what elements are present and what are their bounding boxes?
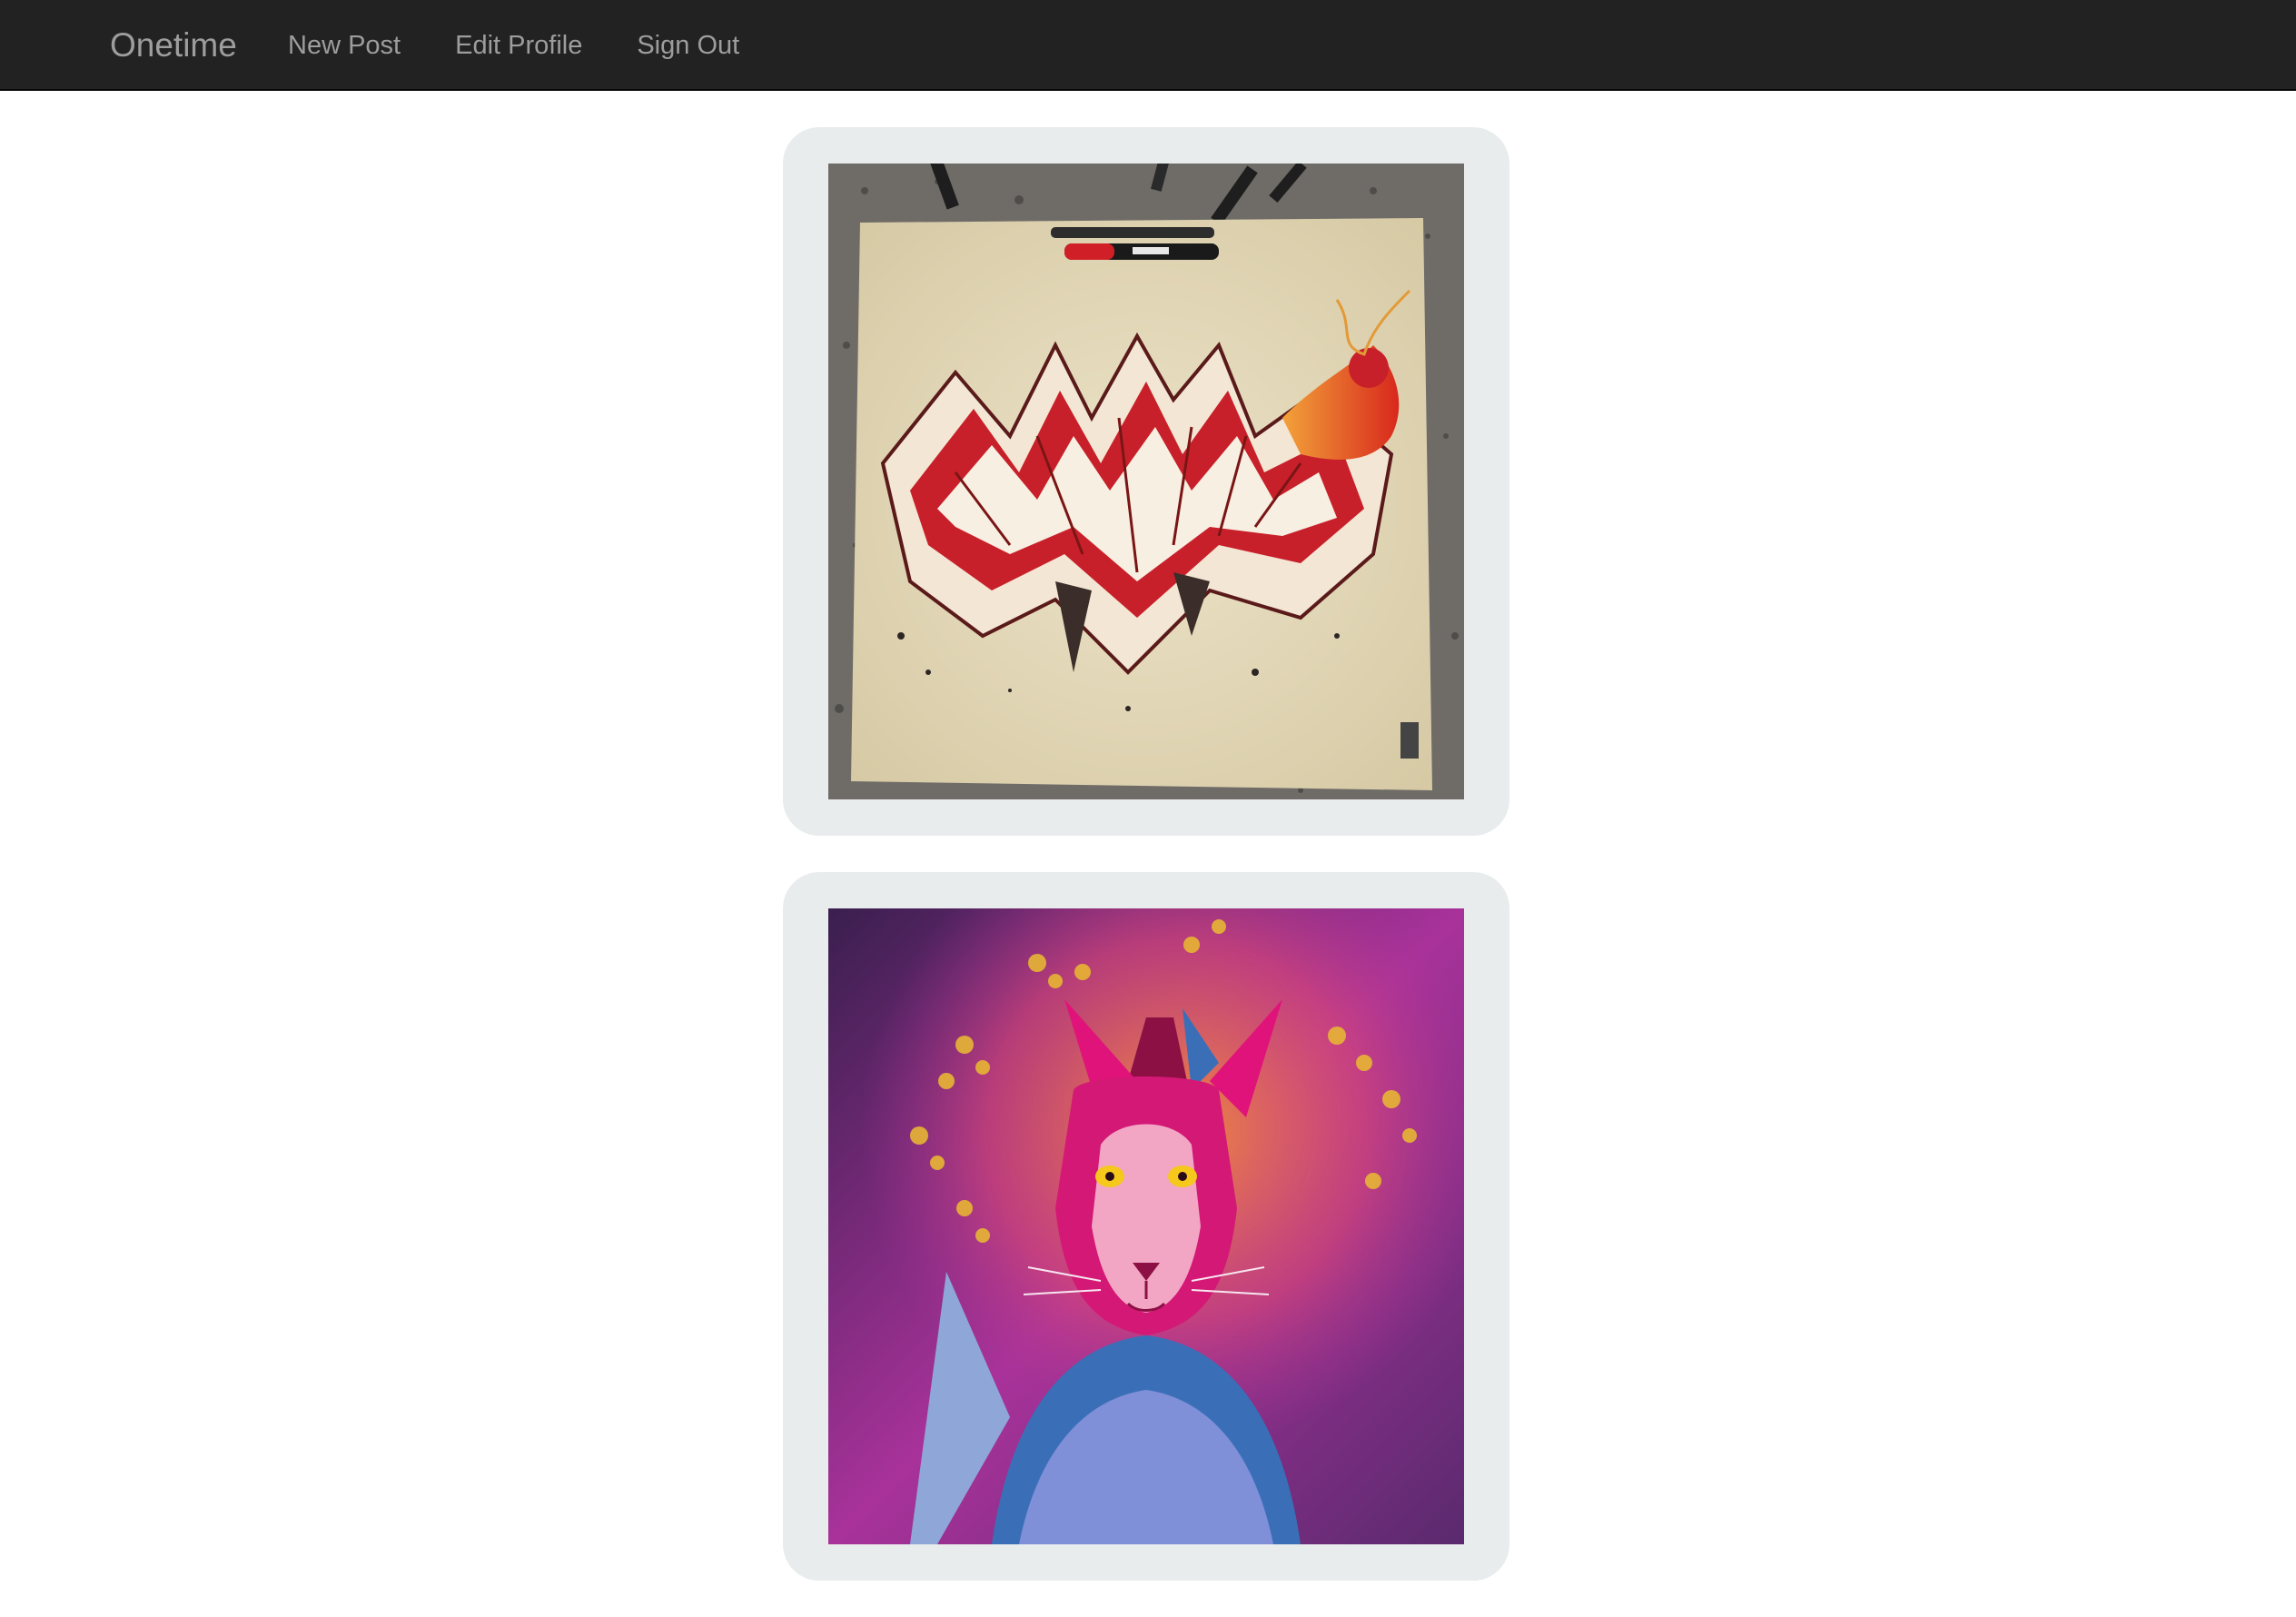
nav-item-sign-out: Sign Out [637,0,794,91]
top-navbar: Onetime New Post Edit Profile Sign Out [0,0,2296,91]
nav-item-edit-profile: Edit Profile [455,0,637,91]
post-feed [783,127,1509,1617]
edit-profile-link[interactable]: Edit Profile [455,0,582,91]
graffiti-artwork-image [828,164,1464,799]
new-post-link[interactable]: New Post [288,0,401,91]
post-card[interactable] [783,127,1509,836]
sign-out-link[interactable]: Sign Out [637,0,739,91]
nav-links: New Post Edit Profile Sign Out [288,0,794,91]
post-image-lion[interactable] [828,908,1464,1544]
post-card[interactable] [783,872,1509,1581]
nav-item-new-post: New Post [288,0,455,91]
brand-link[interactable]: Onetime [110,0,237,91]
post-image-graffiti[interactable] [828,164,1464,799]
lion-artwork-image [828,908,1464,1544]
